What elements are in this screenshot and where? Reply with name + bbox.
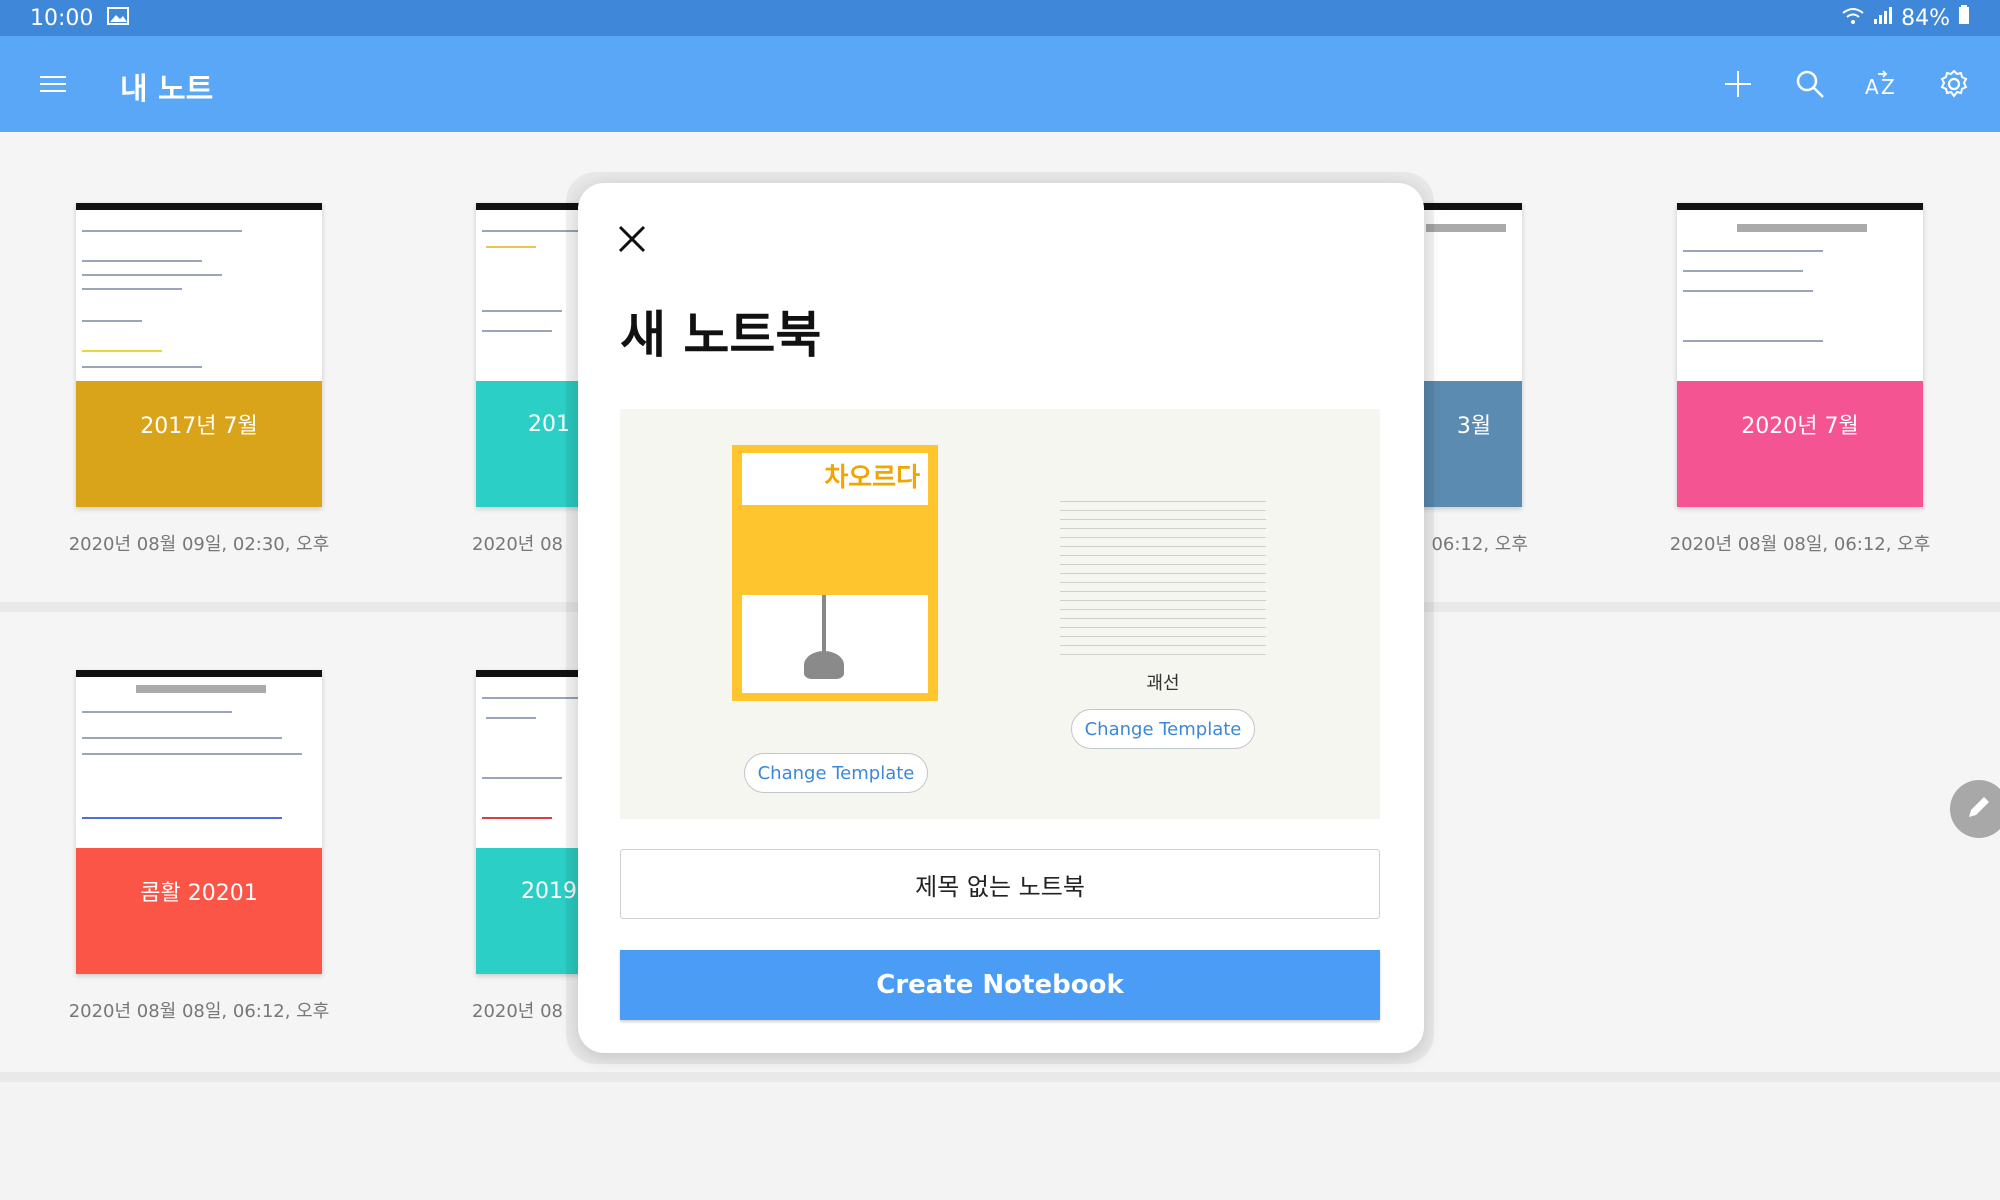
status-bar: 10:00 84% (0, 0, 2000, 36)
notebook-cover-label: 2020년 7월 (1741, 414, 1859, 439)
notebook-date: 2020년 08 (472, 1001, 563, 1022)
close-icon[interactable] (616, 223, 648, 255)
notebook-cover: 2017년 7월 (76, 381, 322, 507)
app-bar: 내 노트 AZ (0, 36, 2000, 132)
lamp-pole (822, 595, 826, 655)
new-notebook-dialog: 새 노트북 차오르다 Change Template 괘선 Change Tem… (578, 183, 1424, 1053)
notebook-date: 2020년 08 (472, 534, 563, 555)
notebook-cover-label: 3월 (1456, 414, 1492, 439)
notebook-page-preview (76, 203, 322, 381)
dialog-title: 새 노트북 (620, 306, 822, 364)
paper-template-thumbnail[interactable] (1060, 501, 1266, 665)
signal-icon (1873, 6, 1893, 31)
image-icon (107, 6, 130, 31)
notebook-card[interactable]: 콤활 20201 (76, 670, 322, 974)
edit-fab[interactable] (1950, 780, 2000, 838)
notebook-cover: 2020년 7월 (1677, 381, 1923, 507)
cover-top-panel: 차오르다 (742, 453, 928, 505)
pencil-icon (1965, 793, 1993, 825)
cover-brand-text: 차오르다 (824, 463, 920, 493)
status-time: 10:00 (30, 5, 94, 31)
notebook-page-preview (76, 670, 322, 848)
notebook-cover-label: 콤활 20201 (140, 881, 258, 906)
page-title: 내 노트 (120, 72, 214, 107)
notebook-card[interactable]: 2020년 7월 (1677, 203, 1923, 507)
change-cover-template-button[interactable]: Change Template (744, 753, 928, 793)
notebook-card[interactable]: 2017년 7월 (76, 203, 322, 507)
cover-template-thumbnail[interactable]: 차오르다 (732, 445, 938, 701)
gear-icon[interactable] (1932, 60, 1976, 108)
battery-percent: 84% (1901, 5, 1950, 31)
template-preview-area: 차오르다 Change Template 괘선 Change Template (620, 409, 1380, 819)
change-paper-template-button[interactable]: Change Template (1071, 709, 1255, 749)
notebook-date: 2020년 08월 08일, 06:12, 오후 (1669, 534, 1931, 555)
notebook-date: 2020년 08월 08일, 06:12, 오후 (68, 1001, 330, 1022)
battery-icon (1958, 5, 1970, 31)
sort-az-icon[interactable]: AZ (1860, 60, 1904, 108)
notebook-cover: 콤활 20201 (76, 848, 322, 974)
lamp-base (804, 651, 844, 679)
create-notebook-button[interactable]: Create Notebook (620, 950, 1380, 1020)
plus-icon[interactable] (1716, 60, 1760, 108)
notebook-date: 2020년 08월 09일, 02:30, 오후 (68, 534, 330, 555)
search-icon[interactable] (1788, 60, 1832, 108)
notebook-date: , 06:12, 오후 (1420, 534, 1528, 555)
notebook-name-input[interactable] (620, 849, 1380, 919)
notebook-cover-label: 2017년 7월 (140, 414, 258, 439)
wifi-icon (1841, 6, 1865, 31)
notebook-cover-label: 201 (528, 411, 570, 437)
notebook-page-preview (1677, 203, 1923, 381)
paper-template-name: 괘선 (1146, 673, 1180, 694)
svg-text:Z: Z (1881, 75, 1895, 99)
svg-text:A: A (1865, 75, 1879, 99)
menu-icon[interactable] (38, 70, 68, 98)
